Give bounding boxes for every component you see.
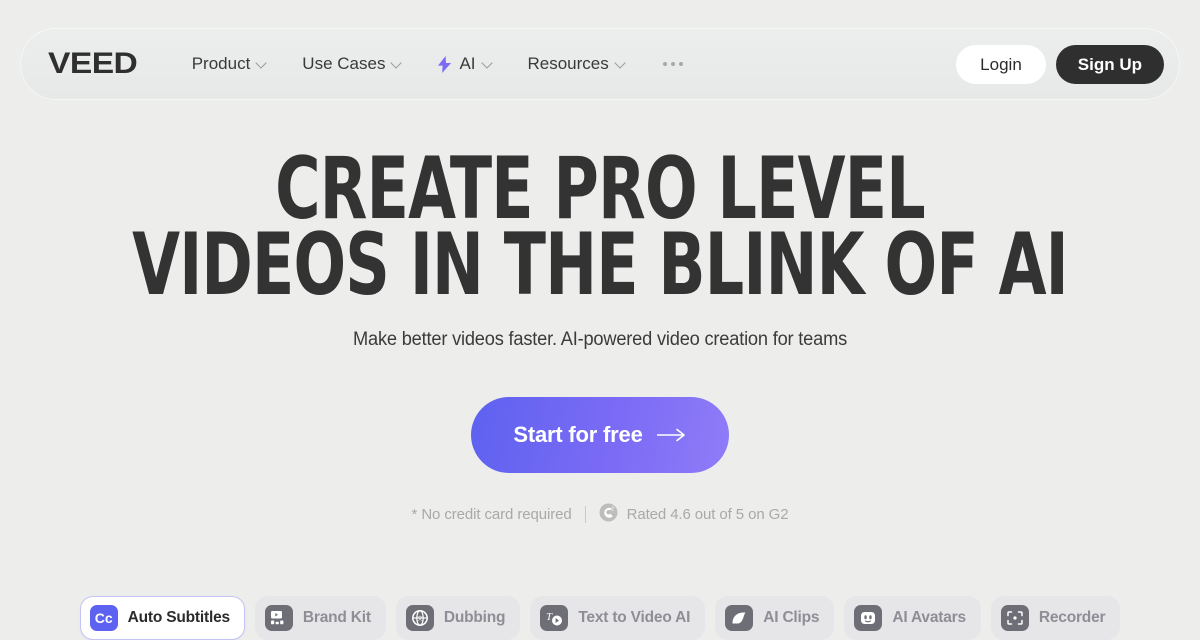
chip-label: AI Avatars [892,609,966,626]
arrow-right-icon [655,422,687,448]
nav-item-ai[interactable]: AI [437,54,493,74]
ellipsis-dot [662,62,667,66]
no-credit-card-note: * No credit card required [411,506,572,524]
g2-logo-icon: 2 [599,503,618,526]
nav-label-ai: AI [459,54,476,73]
chip-recorder[interactable]: Recorder [990,596,1121,640]
ai-clips-icon [725,605,754,631]
veed-logo[interactable]: VEED [48,49,138,79]
cta-label: Start for free [513,422,643,448]
chip-auto-subtitles[interactable]: Cc Auto Subtitles [79,596,245,640]
nav-label-product: Product [191,54,251,73]
ellipsis-dot [670,62,675,66]
main-navigation: Product Use Cases AI Resources [192,54,956,74]
nav-item-resources[interactable]: Resources [528,54,627,74]
chevron-down-icon [483,58,494,69]
chip-ai-clips[interactable]: AI Clips [715,596,835,640]
lightning-bolt-icon [437,55,452,73]
nav-label-use-cases: Use Cases [302,54,386,73]
chevron-down-icon [392,58,403,69]
recorder-icon [1000,605,1029,631]
chip-ai-avatars[interactable]: AI Avatars [844,596,981,640]
site-header: VEED Product Use Cases AI Resources Logi… [20,28,1180,100]
chip-label: AI Clips [763,609,820,626]
g2-rating[interactable]: 2 Rated 4.6 out of 5 on G2 [599,503,789,526]
page-title: Create Pro Level Videos in the blink of … [120,146,1080,315]
chip-label: Text to Video AI [578,609,691,626]
chip-text-to-video-ai[interactable]: T Text to Video AI [530,596,706,640]
g2-rating-text: Rated 4.6 out of 5 on G2 [626,506,789,524]
chevron-down-icon [257,58,268,69]
nav-label-resources: Resources [527,54,609,73]
svg-text:T: T [546,611,553,623]
globe-dubbing-icon: 文 [405,605,434,631]
nav-item-use-cases[interactable]: Use Cases [302,54,403,74]
svg-text:文: 文 [417,614,423,622]
text-to-video-icon: T [540,605,569,631]
cta-container: Start for free [0,397,1200,474]
chip-label: Recorder [1038,609,1106,626]
chip-brand-kit[interactable]: Brand Kit [254,596,386,640]
chip-dubbing[interactable]: 文 Dubbing [395,596,521,640]
ellipsis-icon[interactable] [661,56,685,72]
hero-subtitle: Make better videos faster. AI-powered vi… [352,329,848,351]
svg-text:2: 2 [611,507,614,513]
auth-actions: Login Sign Up [956,44,1164,84]
closed-captions-icon: Cc [89,605,118,631]
ai-avatar-face-icon [854,605,883,631]
headline-line-2: Videos in the blink of AI [132,214,1069,315]
chip-label: Auto Subtitles [127,609,230,626]
signup-button[interactable]: Sign Up [1055,44,1164,84]
brand-kit-icon [264,605,293,631]
hero-section: Create Pro Level Videos in the blink of … [0,146,1200,526]
feature-chips: Cc Auto Subtitles Brand Kit 文 Dubbing T … [0,596,1200,640]
chip-label: Brand Kit [302,609,371,626]
chip-label: Dubbing [443,609,506,626]
ellipsis-dot [678,62,683,66]
start-for-free-button[interactable]: Start for free [471,397,729,474]
login-button[interactable]: Login [956,44,1046,84]
chevron-down-icon [616,58,627,69]
trust-divider [584,506,586,524]
nav-item-product[interactable]: Product [192,54,269,74]
trust-row: * No credit card required 2 Rated 4.6 ou… [0,503,1200,526]
